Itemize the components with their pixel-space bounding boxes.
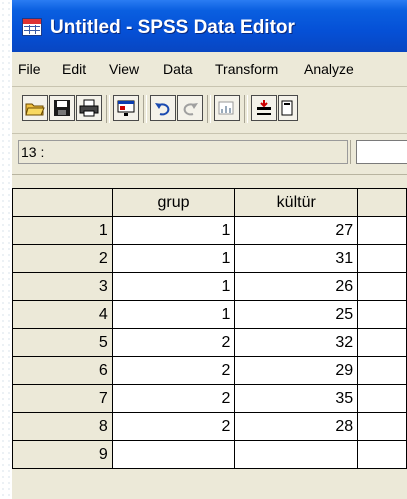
save-disk-icon[interactable] xyxy=(49,95,75,121)
data-cell-kultur[interactable]: 32 xyxy=(234,328,359,357)
row-header[interactable]: 7 xyxy=(12,384,113,413)
menu-bar: File Edit View Data Transform Analyze xyxy=(12,52,407,87)
data-cell-kultur[interactable]: 26 xyxy=(234,272,359,301)
row-header[interactable]: 8 xyxy=(12,412,113,441)
data-cell-kultur[interactable]: 29 xyxy=(234,356,359,385)
data-cell-grup[interactable]: 2 xyxy=(111,356,236,385)
grid-corner[interactable] xyxy=(12,188,113,217)
variables-icon[interactable] xyxy=(278,95,298,121)
menu-data[interactable]: Data xyxy=(163,61,193,77)
data-cell-kultur[interactable] xyxy=(234,440,359,469)
data-cell-grup[interactable]: 1 xyxy=(111,216,236,245)
data-cell-grup[interactable]: 1 xyxy=(111,272,236,301)
row-header[interactable]: 1 xyxy=(12,216,113,245)
data-cell-empty[interactable] xyxy=(357,412,407,441)
table-row: 8 2 28 xyxy=(12,412,407,441)
table-row: 7 2 35 xyxy=(12,384,407,413)
data-cell-empty[interactable] xyxy=(357,244,407,273)
open-folder-icon[interactable] xyxy=(22,95,48,121)
goto-chart-icon[interactable] xyxy=(214,95,240,121)
spss-data-editor-window: Untitled - SPSS Data Editor File Edit Vi… xyxy=(12,0,407,499)
data-cell-grup[interactable]: 2 xyxy=(111,412,236,441)
row-header[interactable]: 5 xyxy=(12,328,113,357)
table-row: 1 1 27 xyxy=(12,216,407,245)
data-cell-empty[interactable] xyxy=(357,356,407,385)
data-cell-grup[interactable]: 2 xyxy=(111,384,236,413)
data-cell-empty[interactable] xyxy=(357,216,407,245)
window-title: Untitled - SPSS Data Editor xyxy=(50,17,295,38)
row-header[interactable]: 4 xyxy=(12,300,113,329)
data-cell-empty[interactable] xyxy=(357,384,407,413)
table-row: 5 2 32 xyxy=(12,328,407,357)
column-header-grup[interactable]: grup xyxy=(111,188,236,217)
data-cell-grup[interactable]: 1 xyxy=(111,300,236,329)
data-cell-empty[interactable] xyxy=(357,272,407,301)
redo-icon[interactable] xyxy=(177,95,203,121)
row-header[interactable]: 9 xyxy=(12,440,113,469)
column-header-empty[interactable] xyxy=(357,188,407,217)
data-cell-empty[interactable] xyxy=(357,300,407,329)
header-row: grup kültür xyxy=(12,188,407,217)
menu-analyze[interactable]: Analyze xyxy=(304,61,354,77)
table-row: 9 xyxy=(12,440,407,469)
data-editor-icon xyxy=(22,18,42,36)
data-cell-kultur[interactable]: 31 xyxy=(234,244,359,273)
toolbar xyxy=(12,87,407,134)
menu-view[interactable]: View xyxy=(109,61,139,77)
data-cell-grup[interactable] xyxy=(111,440,236,469)
title-bar[interactable]: Untitled - SPSS Data Editor xyxy=(12,0,407,52)
undo-icon[interactable] xyxy=(150,95,176,121)
row-header[interactable]: 3 xyxy=(12,272,113,301)
cell-value-input[interactable] xyxy=(356,140,407,164)
column-header-kultur[interactable]: kültür xyxy=(234,188,359,217)
row-header[interactable]: 2 xyxy=(12,244,113,273)
data-cell-kultur[interactable]: 28 xyxy=(234,412,359,441)
dialog-recall-icon[interactable] xyxy=(113,95,139,121)
data-cell-grup[interactable]: 1 xyxy=(111,244,236,273)
cell-editor-bar: 13 : xyxy=(12,134,407,175)
data-cell-kultur[interactable]: 27 xyxy=(234,216,359,245)
row-header[interactable]: 6 xyxy=(12,356,113,385)
table-row: 2 1 31 xyxy=(12,244,407,273)
cell-reference: 13 : xyxy=(18,140,348,164)
data-cell-grup[interactable]: 2 xyxy=(111,328,236,357)
table-row: 6 2 29 xyxy=(12,356,407,385)
goto-case-icon[interactable] xyxy=(251,95,277,121)
data-cell-empty[interactable] xyxy=(357,440,407,469)
print-icon[interactable] xyxy=(76,95,102,121)
menu-file[interactable]: File xyxy=(18,61,41,77)
data-grid: grup kültür 1 1 27 2 1 31 3 1 26 4 1 25 … xyxy=(12,188,407,469)
data-cell-kultur[interactable]: 25 xyxy=(234,300,359,329)
menu-edit[interactable]: Edit xyxy=(62,61,86,77)
table-row: 3 1 26 xyxy=(12,272,407,301)
data-cell-kultur[interactable]: 35 xyxy=(234,384,359,413)
data-cell-empty[interactable] xyxy=(357,328,407,357)
menu-transform[interactable]: Transform xyxy=(215,61,278,77)
table-row: 4 1 25 xyxy=(12,300,407,329)
